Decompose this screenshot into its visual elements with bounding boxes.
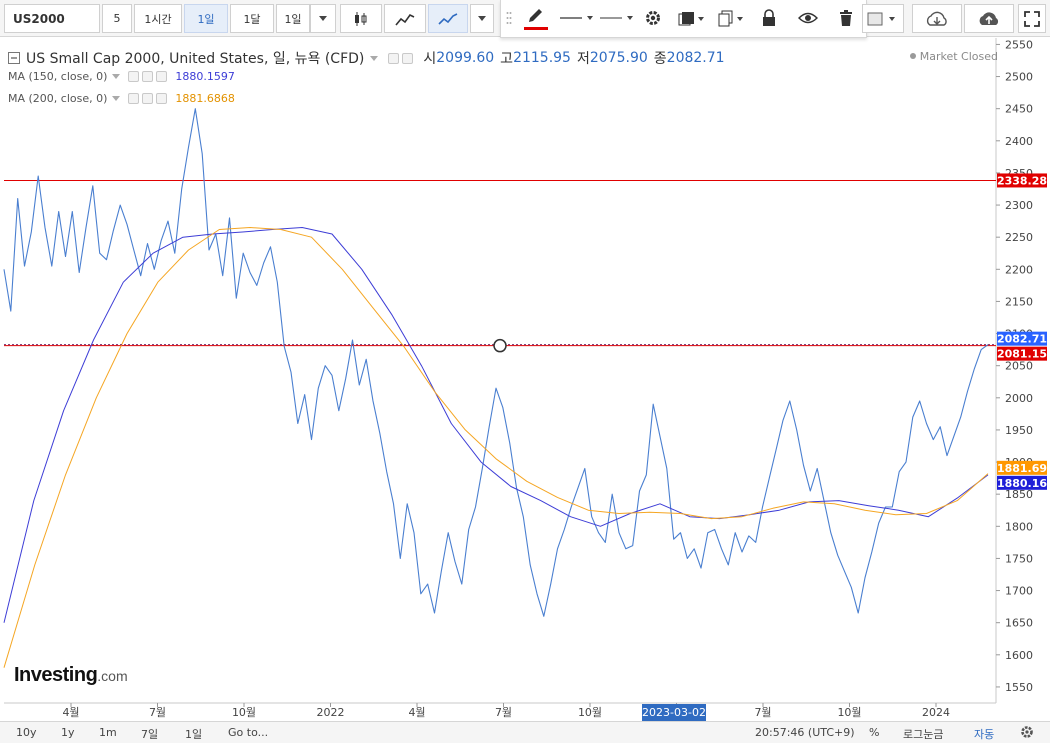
- y-tick-label: 1750: [1005, 552, 1033, 565]
- investing-logo: Investing.com: [14, 664, 128, 687]
- ma150-label: MA (150, close, 0): [8, 70, 108, 83]
- legend-title: US Small Cap 2000, United States, 일, 뉴욕 …: [26, 51, 365, 67]
- price-tag-label: 2081.15: [997, 348, 1047, 361]
- gear-icon[interactable]: [142, 93, 154, 104]
- x-tick-label: 7월: [149, 706, 166, 719]
- percent-toggle[interactable]: %: [869, 726, 879, 739]
- range-1d[interactable]: 1일: [185, 726, 202, 742]
- price-tag-label: 2082.71: [997, 333, 1047, 346]
- caret-down-icon[interactable]: [370, 55, 379, 61]
- log-scale-toggle[interactable]: 로그눈금: [903, 726, 943, 742]
- eye-icon[interactable]: [128, 71, 140, 82]
- y-tick-label: 1600: [1005, 649, 1033, 662]
- x-tick-label: 7월: [495, 706, 512, 719]
- ma150-value: 1880.1597: [175, 70, 235, 83]
- close-icon[interactable]: [156, 93, 168, 104]
- caret-down-icon[interactable]: [112, 74, 121, 79]
- y-tick-label: 1850: [1005, 488, 1033, 501]
- ohlc-close-label: 종: [653, 51, 667, 67]
- gear-icon[interactable]: [1020, 725, 1034, 739]
- x-tick-label: 7월: [754, 706, 771, 719]
- status-dot-icon: [909, 53, 916, 59]
- ohlc-open-label: 시: [423, 51, 437, 67]
- range-10y[interactable]: 10y: [16, 726, 37, 739]
- ma200-label: MA (200, close, 0): [8, 92, 108, 105]
- y-tick-label: 2050: [1005, 360, 1033, 373]
- line-drag-handle[interactable]: [493, 338, 507, 353]
- auto-scale-toggle[interactable]: 자동: [974, 726, 994, 742]
- crosshair-date-label: 2023-03-02: [642, 706, 706, 719]
- x-tick-label: 10월: [578, 706, 602, 719]
- x-tick-label: 2022: [317, 706, 345, 719]
- y-tick-label: 2400: [1005, 135, 1033, 148]
- caret-down-icon[interactable]: [112, 96, 121, 101]
- goto-button[interactable]: Go to...: [228, 726, 268, 739]
- y-tick-label: 1700: [1005, 585, 1033, 598]
- ma150-line: [3, 227, 989, 623]
- range-7d[interactable]: 7일: [141, 726, 158, 742]
- price-tag-label: 1880.16: [997, 477, 1047, 490]
- ma200-value: 1881.6868: [175, 92, 235, 105]
- y-tick-label: 2450: [1005, 103, 1033, 116]
- range-1y[interactable]: 1y: [61, 726, 75, 739]
- eye-icon[interactable]: [388, 52, 400, 64]
- y-tick-label: 2500: [1005, 71, 1033, 84]
- logo-name: Investing: [14, 664, 98, 686]
- x-tick-label: 10월: [837, 706, 861, 719]
- eye-icon[interactable]: [128, 93, 140, 104]
- market-status-label: Market Closed: [919, 50, 998, 63]
- y-tick-label: 1650: [1005, 617, 1033, 630]
- logo-suffix: .com: [97, 668, 128, 684]
- range-1m[interactable]: 1m: [99, 726, 117, 739]
- y-tick-label: 2300: [1005, 199, 1033, 212]
- ohlc-high-label: 고: [500, 51, 514, 67]
- y-tick-label: 1800: [1005, 520, 1033, 533]
- ohlc-open-value: 2099.60: [436, 50, 495, 66]
- bottom-bar: 10y 1y 1m 7일 1일 Go to... 20:57:46 (UTC+9…: [0, 721, 1050, 743]
- ohlc-high-value: 2115.95: [513, 50, 571, 66]
- x-tick-label: 10월: [232, 706, 256, 719]
- legend-ma150-row: MA (150, close, 0) 1880.1597: [8, 70, 235, 83]
- clock-label: 20:57:46 (UTC+9): [755, 726, 855, 739]
- gear-icon[interactable]: [142, 71, 154, 82]
- legend-ma200-row: MA (200, close, 0) 1881.6868: [8, 92, 235, 105]
- ohlc-low-value: 2075.90: [589, 50, 648, 66]
- close-icon[interactable]: [156, 71, 168, 82]
- y-tick-label: 2150: [1005, 295, 1033, 308]
- x-tick-label: 4월: [62, 706, 79, 719]
- y-tick-label: 2000: [1005, 392, 1033, 405]
- y-tick-label: 2200: [1005, 263, 1033, 276]
- x-tick-label: 4월: [408, 706, 425, 719]
- y-tick-label: 2550: [1005, 38, 1033, 51]
- price-tag-label: 1881.69: [997, 462, 1047, 475]
- y-tick-label: 1950: [1005, 424, 1033, 437]
- ma200-line: [3, 227, 989, 668]
- legend-main-row: US Small Cap 2000, United States, 일, 뉴욕 …: [8, 48, 725, 68]
- price-line: [3, 108, 989, 617]
- y-tick-label: 2250: [1005, 231, 1033, 244]
- price-chart[interactable]: 1550160016501700175018001850190019502000…: [0, 0, 1050, 743]
- x-tick-label: 2024: [922, 706, 950, 719]
- y-tick-label: 1550: [1005, 681, 1033, 694]
- gear-icon[interactable]: [402, 52, 414, 64]
- collapse-icon[interactable]: [8, 51, 21, 65]
- ohlc-close-value: 2082.71: [666, 50, 725, 66]
- market-status: Market Closed: [909, 50, 998, 63]
- ohlc-low-label: 저: [576, 51, 590, 67]
- price-tag-label: 2338.28: [997, 174, 1047, 187]
